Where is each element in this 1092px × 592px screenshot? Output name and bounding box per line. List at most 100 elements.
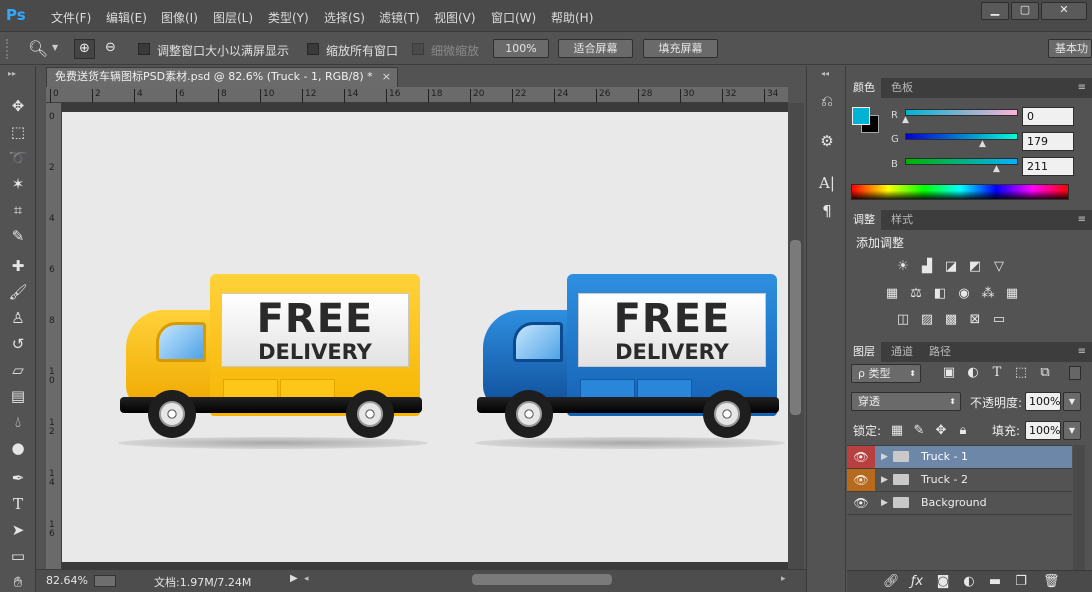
layer-row[interactable]: 👁︎ ▶ Truck - 2: [847, 469, 1072, 492]
status-menu-arrow-icon[interactable]: ▶: [290, 573, 298, 584]
posterize-adjust-icon[interactable]: ▨: [919, 313, 935, 327]
selective-color-adjust-icon[interactable]: ⊠: [967, 313, 983, 327]
r-slider-thumb-icon[interactable]: ▲: [902, 115, 909, 125]
brush-tool-icon[interactable]: 🖌︎: [8, 282, 28, 302]
lock-pixels-icon[interactable]: ✎: [911, 424, 927, 438]
fill-chevron-icon[interactable]: ▼: [1063, 421, 1081, 440]
layer-expand-chevron-icon[interactable]: ▶: [881, 469, 888, 491]
clone-stamp-tool-icon[interactable]: ♙: [8, 308, 28, 328]
opacity-chevron-icon[interactable]: ▼: [1063, 392, 1081, 411]
scroll-right-arrow-icon[interactable]: ▸: [781, 574, 786, 584]
layer-filter-dropdown[interactable]: ρ 类型 ⬍: [851, 364, 921, 383]
tab-adjustments[interactable]: 调整: [847, 210, 881, 230]
character-panel-icon[interactable]: A|: [816, 172, 838, 194]
minimize-button[interactable]: ▁: [981, 2, 1009, 20]
canvas[interactable]: FREE DELIVERY FREE DELIVERY: [62, 112, 788, 562]
eyedropper-tool-icon[interactable]: ✎: [8, 226, 28, 246]
link-layers-icon[interactable]: 🔗︎: [883, 575, 900, 589]
tab-color[interactable]: 颜色: [847, 78, 881, 98]
invert-adjust-icon[interactable]: ◫: [895, 313, 911, 327]
filter-smart-object-icon[interactable]: ⧉: [1037, 366, 1053, 380]
zoom-in-icon[interactable]: ⊕: [74, 39, 95, 59]
zoom-out-icon[interactable]: ⊖: [100, 39, 121, 59]
lock-position-icon[interactable]: ✥: [933, 424, 949, 438]
tab-styles[interactable]: 样式: [885, 210, 919, 230]
menu-file[interactable]: 文件(F): [51, 9, 91, 26]
menu-layer[interactable]: 图层(L): [213, 9, 253, 26]
properties-panel-icon[interactable]: ⚙: [816, 130, 838, 152]
vertical-scroll-thumb[interactable]: [790, 240, 801, 415]
levels-adjust-icon[interactable]: ▟: [919, 260, 935, 274]
type-tool-icon[interactable]: T: [8, 494, 28, 514]
layers-scrollbar[interactable]: [1073, 445, 1085, 570]
toolbar-collapse-icon[interactable]: ▸▸: [8, 69, 16, 78]
r-slider[interactable]: [905, 109, 1018, 116]
b-slider[interactable]: [905, 158, 1018, 165]
path-selection-tool-icon[interactable]: ➤: [8, 520, 28, 540]
tab-layers[interactable]: 图层: [847, 342, 881, 362]
menu-filter[interactable]: 滤镜(T): [379, 9, 420, 26]
channel-mixer-adjust-icon[interactable]: ⁂: [980, 287, 996, 301]
color-panel-menu-icon[interactable]: ≡: [1078, 82, 1086, 93]
zoom-tool-icon[interactable]: 🔍︎: [28, 39, 48, 58]
gradient-tool-icon[interactable]: ▤: [8, 386, 28, 406]
filter-shape-icon[interactable]: ⬚: [1013, 366, 1029, 380]
b-value-input[interactable]: 211: [1022, 157, 1074, 176]
tab-paths[interactable]: 路径: [923, 342, 957, 362]
zoom-100-button[interactable]: 100%: [493, 39, 549, 58]
new-group-icon[interactable]: ▬: [987, 575, 1003, 589]
g-slider[interactable]: [905, 133, 1018, 140]
lock-transparent-icon[interactable]: ▦: [889, 424, 905, 438]
layer-visibility-eye-icon[interactable]: 👁︎: [847, 469, 875, 491]
color-lookup-adjust-icon[interactable]: ▦: [1004, 287, 1020, 301]
layers-panel-menu-icon[interactable]: ≡: [1078, 346, 1086, 357]
workspace-button[interactable]: 基本功: [1048, 39, 1092, 58]
dodge-tool-icon[interactable]: ●: [8, 438, 28, 458]
scroll-left-arrow-icon[interactable]: ◂: [304, 574, 309, 584]
hand-tool-icon[interactable]: ✋︎: [8, 572, 28, 592]
layer-row[interactable]: 👁︎ ▶ Background: [847, 492, 1072, 515]
fit-screen-button[interactable]: 适合屏幕: [558, 39, 633, 58]
opacity-input[interactable]: 100%: [1025, 392, 1061, 411]
close-window-button[interactable]: ✕: [1041, 2, 1087, 20]
color-spectrum-ramp[interactable]: [851, 184, 1069, 200]
collapsed-panels-grip-icon[interactable]: ◂◂: [821, 69, 829, 78]
menu-select[interactable]: 选择(S): [324, 9, 365, 26]
color-balance-adjust-icon[interactable]: ⚖: [908, 287, 924, 301]
rectangle-tool-icon[interactable]: ▭: [8, 546, 28, 566]
new-adjustment-layer-icon[interactable]: ◐: [961, 575, 977, 589]
lock-all-icon[interactable]: 🔒︎: [955, 424, 971, 438]
pen-tool-icon[interactable]: ✒: [8, 468, 28, 488]
healing-brush-tool-icon[interactable]: ✚: [8, 256, 28, 276]
g-value-input[interactable]: 179: [1022, 132, 1074, 151]
filter-pixel-icon[interactable]: ▣: [941, 366, 957, 380]
filter-type-icon[interactable]: T: [989, 366, 1005, 380]
layer-visibility-eye-icon[interactable]: 👁︎: [847, 446, 875, 468]
history-panel-icon[interactable]: ⎌: [816, 90, 838, 112]
new-layer-icon[interactable]: ❐: [1013, 575, 1029, 589]
status-toggle-icon[interactable]: [94, 575, 116, 587]
curves-adjust-icon[interactable]: ◪: [943, 260, 959, 274]
layer-expand-chevron-icon[interactable]: ▶: [881, 446, 888, 468]
resize-windows-checkbox[interactable]: [138, 43, 150, 55]
tool-preset-chevron-icon[interactable]: ▼: [52, 43, 58, 52]
exposure-adjust-icon[interactable]: ◩: [967, 260, 983, 274]
menu-view[interactable]: 视图(V): [434, 9, 476, 26]
hue-saturation-adjust-icon[interactable]: ▦: [884, 287, 900, 301]
adjustments-panel-menu-icon[interactable]: ≡: [1078, 214, 1086, 225]
scrubby-zoom-checkbox[interactable]: [412, 43, 424, 55]
filter-toggle[interactable]: [1069, 366, 1081, 380]
black-white-adjust-icon[interactable]: ◧: [932, 287, 948, 301]
blend-mode-dropdown[interactable]: 穿透 ⬍: [851, 392, 961, 411]
fx-icon[interactable]: ƒx: [909, 575, 925, 589]
marquee-tool-icon[interactable]: ⬚: [8, 122, 28, 142]
trash-icon[interactable]: 🗑︎: [1043, 575, 1060, 589]
zoom-level[interactable]: 82.64%: [46, 574, 88, 587]
lasso-tool-icon[interactable]: ➰: [8, 148, 28, 168]
fill-input[interactable]: 100%: [1025, 421, 1061, 440]
horizontal-scroll-thumb[interactable]: [472, 574, 612, 585]
brightness-adjust-icon[interactable]: ☀: [895, 260, 911, 274]
tab-swatches[interactable]: 色板: [885, 78, 919, 98]
maximize-button[interactable]: ▢: [1011, 2, 1039, 20]
menu-window[interactable]: 窗口(W): [491, 9, 536, 26]
